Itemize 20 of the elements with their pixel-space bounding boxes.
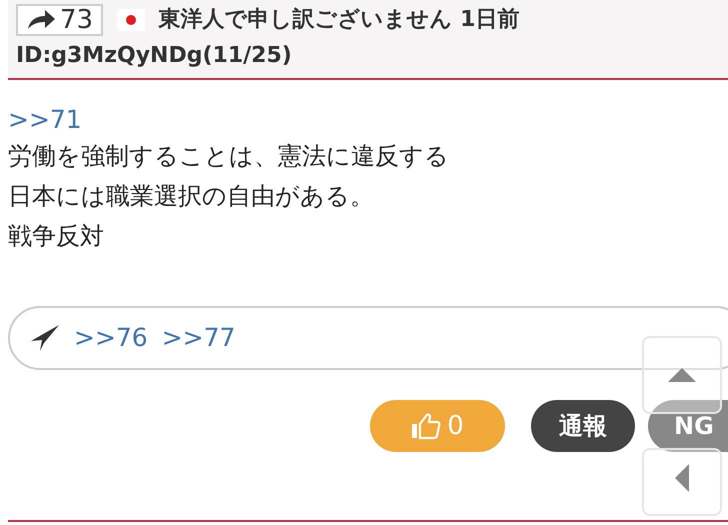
reply-link[interactable]: >>76 [74, 323, 148, 353]
ng-button[interactable]: NG [648, 400, 728, 452]
up-arrow-icon [668, 368, 696, 382]
thumbs-up-icon [411, 412, 442, 440]
post-text: 日本には職業選択の自由がある。 [8, 181, 375, 212]
post-date: 1日前 [460, 7, 520, 32]
poster-id: ID:g3MzQyNDg(11/25) [16, 43, 292, 68]
poster-name: 東洋人で申し訳ございません [158, 7, 452, 32]
flag-icon [116, 8, 145, 31]
report-button[interactable]: 通報 [531, 400, 635, 452]
scroll-down-button[interactable] [642, 448, 722, 516]
share-icon [26, 8, 56, 31]
post-text: 労働を強制することは、憲法に違反する [8, 141, 450, 172]
share-button[interactable]: 73 [16, 4, 104, 36]
left-arrow-icon [675, 464, 689, 492]
scroll-up-button[interactable] [642, 336, 722, 414]
reply-link[interactable]: >>71 [8, 104, 82, 136]
post-text: 戦争反対 [8, 221, 105, 252]
reply-link[interactable]: >>77 [162, 323, 236, 353]
send-icon [30, 324, 60, 352]
